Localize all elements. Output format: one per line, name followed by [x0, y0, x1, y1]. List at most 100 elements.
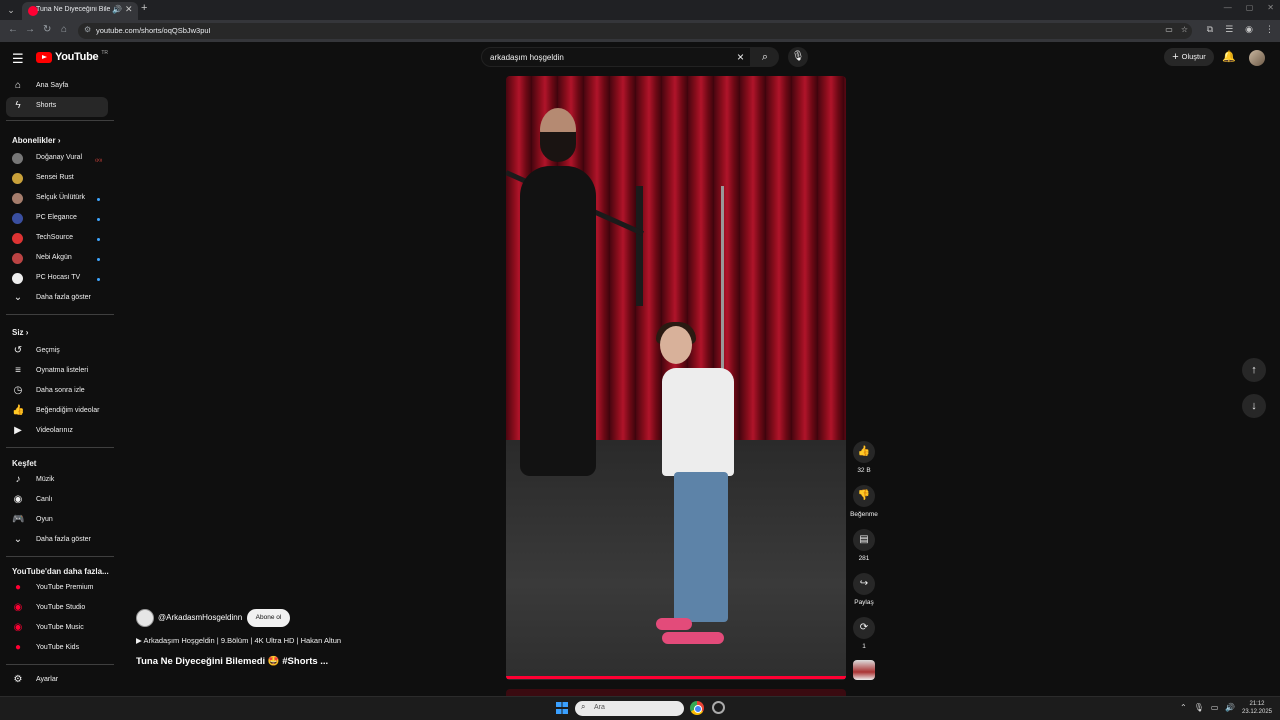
sidebar-item-watch-later[interactable]: ◷ Daha sonra izle	[6, 382, 108, 402]
create-button[interactable]: + Oluştur	[1164, 48, 1214, 66]
youtube-logo[interactable]: YouTube TR	[36, 50, 108, 63]
extension-area: ⧉ ☰ ◉ ⋮	[1207, 24, 1274, 35]
like-button[interactable]: 👍	[853, 441, 875, 463]
sidebar-item-youtube-kids[interactable]: ● YouTube Kids	[6, 639, 108, 659]
install-app-icon[interactable]: ▭	[1165, 25, 1173, 34]
tab-audio-icon[interactable]: 🔊	[112, 5, 122, 14]
notifications-bell-icon[interactable]: 🔔	[1222, 50, 1236, 63]
taskbar-search-input[interactable]: ⌕ Ara	[575, 701, 684, 716]
reading-list-icon[interactable]: ☰	[1225, 24, 1233, 35]
dislike-button[interactable]: 👎	[853, 485, 875, 507]
site-info-icon[interactable]: ⚙	[84, 25, 91, 34]
sidebar-item-label: YouTube Kids	[36, 644, 80, 651]
share-button[interactable]: ↪	[853, 573, 875, 595]
sidebar-item-subscription[interactable]: PC Hocası TV	[6, 269, 108, 289]
subscribe-button[interactable]: Abone ol	[247, 609, 290, 627]
account-avatar[interactable]	[1249, 50, 1265, 66]
sidebar-item-youtube-studio[interactable]: ◉ YouTube Studio	[6, 599, 108, 619]
sidebar-item-label: Selçuk Ünlütürk	[36, 194, 86, 201]
channel-name[interactable]: @ArkadasmHosgeldinn	[158, 613, 242, 622]
browser-tab-active[interactable]: Tuna Ne Diyeceğini Bilemedi 🔊 ✕	[22, 2, 138, 20]
new-tab-button[interactable]: +	[141, 2, 147, 14]
sidebar-item-home[interactable]: ⌂ Ana Sayfa	[6, 77, 108, 97]
search-query[interactable]: arkadaşım hoşgeldin	[490, 53, 564, 62]
sound-thumbnail[interactable]	[853, 660, 875, 680]
back-icon[interactable]: ←	[8, 24, 18, 35]
volume-icon[interactable]: 🔊	[1225, 703, 1235, 712]
search-button[interactable]: ⌕	[751, 47, 779, 67]
bookmark-star-icon[interactable]: ☆	[1181, 25, 1188, 34]
next-short-preview	[506, 689, 846, 696]
boom-mic	[636, 186, 643, 306]
sidebar-item-subscription[interactable]: Selçuk Ünlütürk	[6, 189, 108, 209]
sidebar-item-label: Shorts	[36, 102, 57, 109]
sidebar-item-live[interactable]: ◉ Canlı	[6, 491, 108, 511]
sidebar-item-your-videos[interactable]: ▶ Videolarınız	[6, 422, 108, 442]
taskbar-clock[interactable]: 21:12 23.12.2025	[1240, 700, 1274, 716]
forward-icon[interactable]: →	[25, 24, 35, 35]
maximize-button[interactable]: ▢	[1246, 3, 1254, 12]
sidebar-divider	[6, 447, 114, 448]
tray-overflow-icon[interactable]: ⌃	[1180, 703, 1187, 712]
sidebar-item-subscription[interactable]: TechSource	[6, 229, 108, 249]
video-title[interactable]: Tuna Ne Diyeceğini Bilemedi 🤩 #Shorts ..…	[136, 656, 328, 667]
sidebar-item-subscription[interactable]: Nebi Akgün	[6, 249, 108, 269]
sidebar-item-liked-videos[interactable]: 👍 Beğendiğim videolar	[6, 402, 108, 422]
channel-avatar	[12, 213, 23, 224]
youtube-premium-icon: ●	[14, 582, 22, 593]
previous-short-button[interactable]: ↑	[1242, 358, 1266, 382]
show-more-explore[interactable]: ⌄ Daha fazla göster	[6, 531, 108, 551]
subscriptions-heading[interactable]: Abonelikler ›	[12, 136, 60, 145]
sidebar-item-subscription[interactable]: Sensei Rust	[6, 169, 108, 189]
sidebar-item-gaming[interactable]: 🎮 Oyun	[6, 511, 108, 531]
guide-menu-icon[interactable]: ☰	[12, 51, 24, 67]
show-more-subscriptions[interactable]: ⌄ Daha fazla göster	[6, 289, 108, 309]
chrome-taskbar-icon[interactable]	[690, 701, 704, 715]
home-browser-icon[interactable]: ⌂	[61, 24, 67, 35]
video-progress-bar[interactable]	[506, 676, 846, 679]
network-icon[interactable]: ▭	[1211, 703, 1219, 712]
sidebar-item-youtube-music[interactable]: ◉ YouTube Music	[6, 619, 108, 639]
sidebar-item-settings[interactable]: ⚙ Ayarlar	[6, 671, 108, 691]
microphone-tray-icon[interactable]: 🎙	[1194, 703, 1204, 712]
short-video-player[interactable]	[506, 76, 846, 680]
sidebar-item-label: PC Elegance	[36, 214, 77, 221]
clear-search-icon[interactable]: ×	[737, 50, 744, 64]
sidebar-item-youtube-premium[interactable]: ● YouTube Premium	[6, 579, 108, 599]
sidebar-item-shorts[interactable]: ϟ Shorts	[6, 97, 108, 117]
reload-icon[interactable]: ↻	[43, 24, 51, 35]
browser-toolbar: ← → ↻ ⌂ ⚙ youtube.com/shorts/oqQSbJw3puI…	[0, 20, 1280, 42]
sidebar-item-label: YouTube Studio	[36, 604, 86, 611]
url-text[interactable]: youtube.com/shorts/oqQSbJw3puI	[96, 26, 211, 35]
address-bar[interactable]: ⚙ youtube.com/shorts/oqQSbJw3puI ▭ ☆	[78, 23, 1192, 39]
sidebar-item-label: Doğanay Vural	[36, 154, 83, 161]
minimize-button[interactable]: —	[1224, 3, 1232, 12]
comments-button[interactable]: ▤	[853, 529, 875, 551]
window-controls: — ▢ ✕	[1224, 3, 1274, 12]
tab-close-icon[interactable]: ✕	[125, 4, 133, 15]
sidebar-item-subscription[interactable]: PC Elegance	[6, 209, 108, 229]
search-input[interactable]: arkadaşım hoşgeldin ×	[481, 47, 751, 67]
you-heading[interactable]: Siz ›	[12, 328, 28, 337]
browser-menu-icon[interactable]: ⋮	[1265, 24, 1274, 35]
video-description[interactable]: ▶ Arkadaşım Hoşgeldin | 9.Bölüm | 4K Ult…	[136, 636, 341, 645]
app-taskbar-icon[interactable]	[712, 701, 725, 714]
next-short-button[interactable]: ↓	[1242, 394, 1266, 418]
profile-icon[interactable]: ◉	[1245, 24, 1253, 35]
tab-search-icon[interactable]: ⌄	[4, 3, 18, 17]
sidebar-item-playlists[interactable]: ≡ Oynatma listeleri	[6, 362, 108, 382]
shorts-icon: ϟ	[15, 100, 21, 111]
sidebar-item-label: Beğendiğim videolar	[36, 407, 100, 414]
sidebar-item-subscription[interactable]: Doğanay Vural ((•))	[6, 149, 108, 169]
voice-search-button[interactable]: 🎙	[788, 47, 808, 67]
extensions-icon[interactable]: ⧉	[1207, 24, 1213, 35]
sidebar-item-music[interactable]: ♪ Müzik	[6, 471, 108, 491]
sidebar-item-history[interactable]: ↺ Geçmiş	[6, 342, 108, 362]
windows-start-icon[interactable]	[556, 702, 568, 714]
remix-button[interactable]: ⟳	[853, 617, 875, 639]
close-window-button[interactable]: ✕	[1267, 3, 1274, 12]
channel-avatar[interactable]	[136, 609, 154, 627]
search-icon: ⌕	[581, 702, 586, 711]
live-indicator-icon: ((•))	[95, 157, 102, 162]
new-content-dot	[97, 278, 100, 281]
